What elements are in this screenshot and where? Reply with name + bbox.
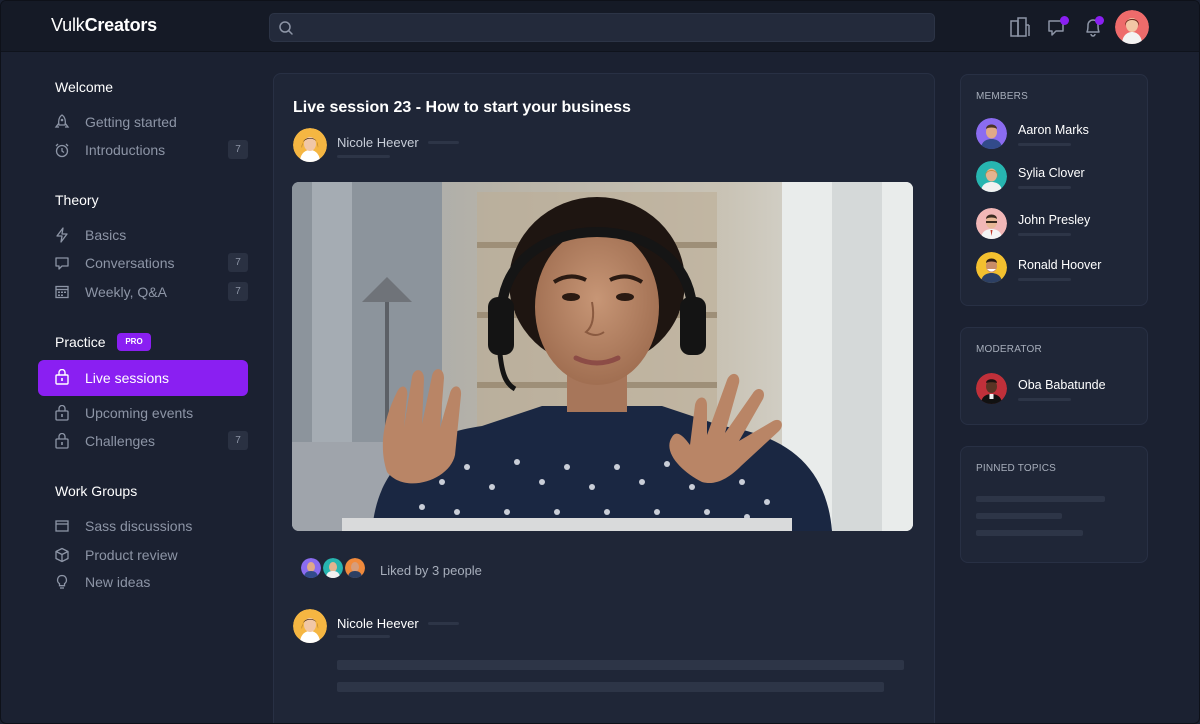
sidebar-section-practice: Practice xyxy=(55,334,106,350)
pinned-topics-title: PINNED TOPICS xyxy=(976,463,1057,474)
top-bar: VulkCreators xyxy=(1,1,1199,52)
moderator-avatar[interactable] xyxy=(976,373,1007,404)
members-title: MEMBERS xyxy=(976,91,1028,102)
count-badge: 7 xyxy=(228,140,248,159)
pinned-topic-placeholder[interactable] xyxy=(976,530,1083,536)
placeholder-line xyxy=(1018,186,1071,189)
alarm-icon xyxy=(54,142,70,158)
member-name[interactable]: Ronald Hoover xyxy=(1018,258,1101,272)
sidebar-item-label: New ideas xyxy=(85,574,151,590)
logo-light-text: Vulk xyxy=(51,15,85,35)
sidebar-item-label: Challenges xyxy=(85,433,156,449)
member-name[interactable]: Aaron Marks xyxy=(1018,123,1089,137)
cube-icon xyxy=(54,547,70,563)
calendar-icon xyxy=(54,284,70,300)
pinned-topic-placeholder[interactable] xyxy=(976,496,1105,502)
logo-bold-text: Creators xyxy=(84,15,158,35)
post-card: Live session 23 - How to start your busi… xyxy=(273,73,935,723)
sidebar-section-welcome: Welcome xyxy=(55,79,114,95)
count-badge: 7 xyxy=(228,431,248,450)
rocket-icon xyxy=(54,114,70,130)
placeholder-line xyxy=(1018,398,1071,401)
member-avatar[interactable] xyxy=(976,252,1007,283)
comment-text-placeholder xyxy=(337,660,904,670)
user-avatar[interactable] xyxy=(1115,10,1149,44)
chat-notification-dot xyxy=(1060,16,1069,25)
pinned-topic-placeholder[interactable] xyxy=(976,513,1062,519)
member-avatar[interactable] xyxy=(976,208,1007,239)
liker-avatar[interactable] xyxy=(321,556,345,580)
sidebar-item-introductions[interactable]: Introductions 7 xyxy=(38,135,248,165)
moderator-name[interactable]: Oba Babatunde xyxy=(1018,378,1106,392)
sidebar-item-label: Introductions xyxy=(85,142,166,158)
chat-icon xyxy=(54,255,70,271)
members-card: MEMBERS Aaron Marks Sylia Clover John Pr… xyxy=(960,74,1148,306)
sidebar-item-upcoming-events[interactable]: Upcoming events xyxy=(38,398,248,428)
placeholder-line xyxy=(337,155,390,158)
liker-avatar[interactable] xyxy=(299,556,323,580)
pinned-topics-card: PINNED TOPICS xyxy=(960,446,1148,563)
member-name[interactable]: Sylia Clover xyxy=(1018,166,1085,180)
search-input[interactable] xyxy=(269,13,935,42)
member-name[interactable]: John Presley xyxy=(1018,213,1090,227)
count-badge: 7 xyxy=(228,282,248,301)
sidebar-section-theory: Theory xyxy=(55,192,99,208)
sidebar-item-label: Live sessions xyxy=(85,370,170,386)
bulb-icon xyxy=(54,574,70,590)
pro-badge: PRO xyxy=(117,333,151,351)
lock-icon xyxy=(54,368,70,385)
sidebar-item-sass-discussions[interactable]: Sass discussions xyxy=(38,511,248,541)
placeholder-line xyxy=(337,635,390,638)
window-icon xyxy=(54,518,70,534)
placeholder-line xyxy=(1018,143,1071,146)
bell-notification-dot xyxy=(1095,16,1104,25)
post-title: Live session 23 - How to start your busi… xyxy=(293,99,631,116)
sidebar-item-label: Basics xyxy=(85,227,127,243)
sidebar-item-live-sessions[interactable]: Live sessions xyxy=(38,360,248,396)
sidebar-item-label: Sass discussions xyxy=(85,518,193,534)
sidebar-section-work-groups: Work Groups xyxy=(55,483,138,499)
liked-by-text[interactable]: Liked by 3 people xyxy=(380,563,482,578)
lock-icon xyxy=(54,432,70,449)
author-avatar[interactable] xyxy=(293,128,327,162)
sidebar-item-challenges[interactable]: Challenges 7 xyxy=(38,426,248,456)
sidebar-item-weekly-qa[interactable]: Weekly, Q&A 7 xyxy=(38,277,248,307)
sidebar-item-new-ideas[interactable]: New ideas xyxy=(38,567,248,597)
lock-icon xyxy=(54,404,70,421)
sidebar-item-label: Product review xyxy=(85,547,178,563)
sidebar-item-label: Upcoming events xyxy=(85,405,194,421)
post-author-name[interactable]: Nicole Heever xyxy=(337,135,419,150)
sidebar-item-label: Weekly, Q&A xyxy=(85,284,167,300)
search-icon xyxy=(278,20,294,41)
placeholder-line xyxy=(428,622,459,625)
sidebar-item-basics[interactable]: Basics xyxy=(38,220,248,250)
comment-text-placeholder xyxy=(337,682,884,692)
comment-author-name[interactable]: Nicole Heever xyxy=(337,616,419,631)
video-player[interactable] xyxy=(292,182,913,531)
sidebar-item-product-review[interactable]: Product review xyxy=(38,540,248,570)
liker-avatar[interactable] xyxy=(343,556,367,580)
placeholder-line xyxy=(428,141,459,144)
sidebar-item-label: Conversations xyxy=(85,255,175,271)
commenter-avatar[interactable] xyxy=(293,609,327,643)
count-badge: 7 xyxy=(228,253,248,272)
placeholder-line xyxy=(1018,278,1071,281)
sidebar-item-label: Getting started xyxy=(85,114,177,130)
member-avatar[interactable] xyxy=(976,118,1007,149)
moderator-card: MODERATOR Oba Babatunde xyxy=(960,327,1148,425)
video-frame xyxy=(292,182,913,531)
sidebar-item-getting-started[interactable]: Getting started xyxy=(38,107,248,137)
sidebar-item-conversations[interactable]: Conversations 7 xyxy=(38,248,248,278)
bolt-icon xyxy=(54,227,70,243)
app-window: VulkCreators Welcome Getting started Int… xyxy=(0,0,1200,724)
moderator-title: MODERATOR xyxy=(976,344,1042,355)
apartment-icon[interactable] xyxy=(1009,16,1031,38)
member-avatar[interactable] xyxy=(976,161,1007,192)
placeholder-line xyxy=(1018,233,1071,236)
app-logo[interactable]: VulkCreators xyxy=(51,15,157,36)
